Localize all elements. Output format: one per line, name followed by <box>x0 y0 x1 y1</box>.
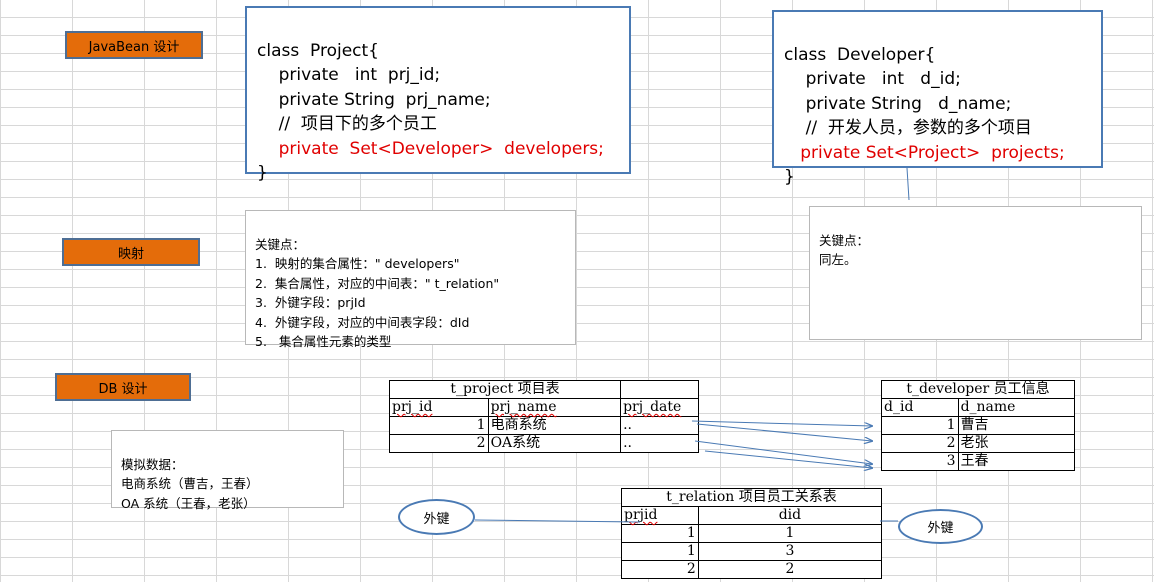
foreign-key-right-ellipse: 外键 <box>898 509 983 544</box>
foreign-key-label: 外键 <box>423 511 450 527</box>
foreign-key-label: 外键 <box>927 521 954 536</box>
connector-layer <box>474 167 910 523</box>
arrow-line <box>696 423 872 441</box>
foreign-key-left-ellipse: 外键 <box>398 499 475 535</box>
arrow-line <box>691 420 872 426</box>
connector-line <box>906 167 910 201</box>
connector-line <box>474 519 641 523</box>
